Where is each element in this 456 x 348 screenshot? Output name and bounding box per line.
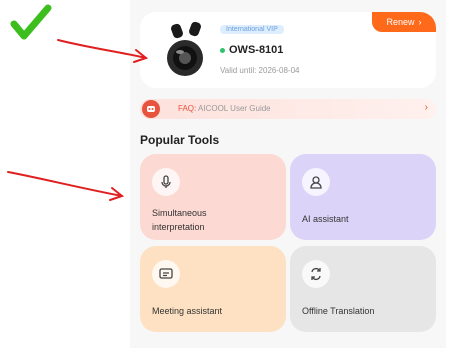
arrow-annotation-2	[7, 171, 125, 201]
arrow-annotation-1	[57, 39, 149, 63]
checkmark-icon	[10, 4, 52, 40]
annotation-overlay	[7, 4, 149, 201]
